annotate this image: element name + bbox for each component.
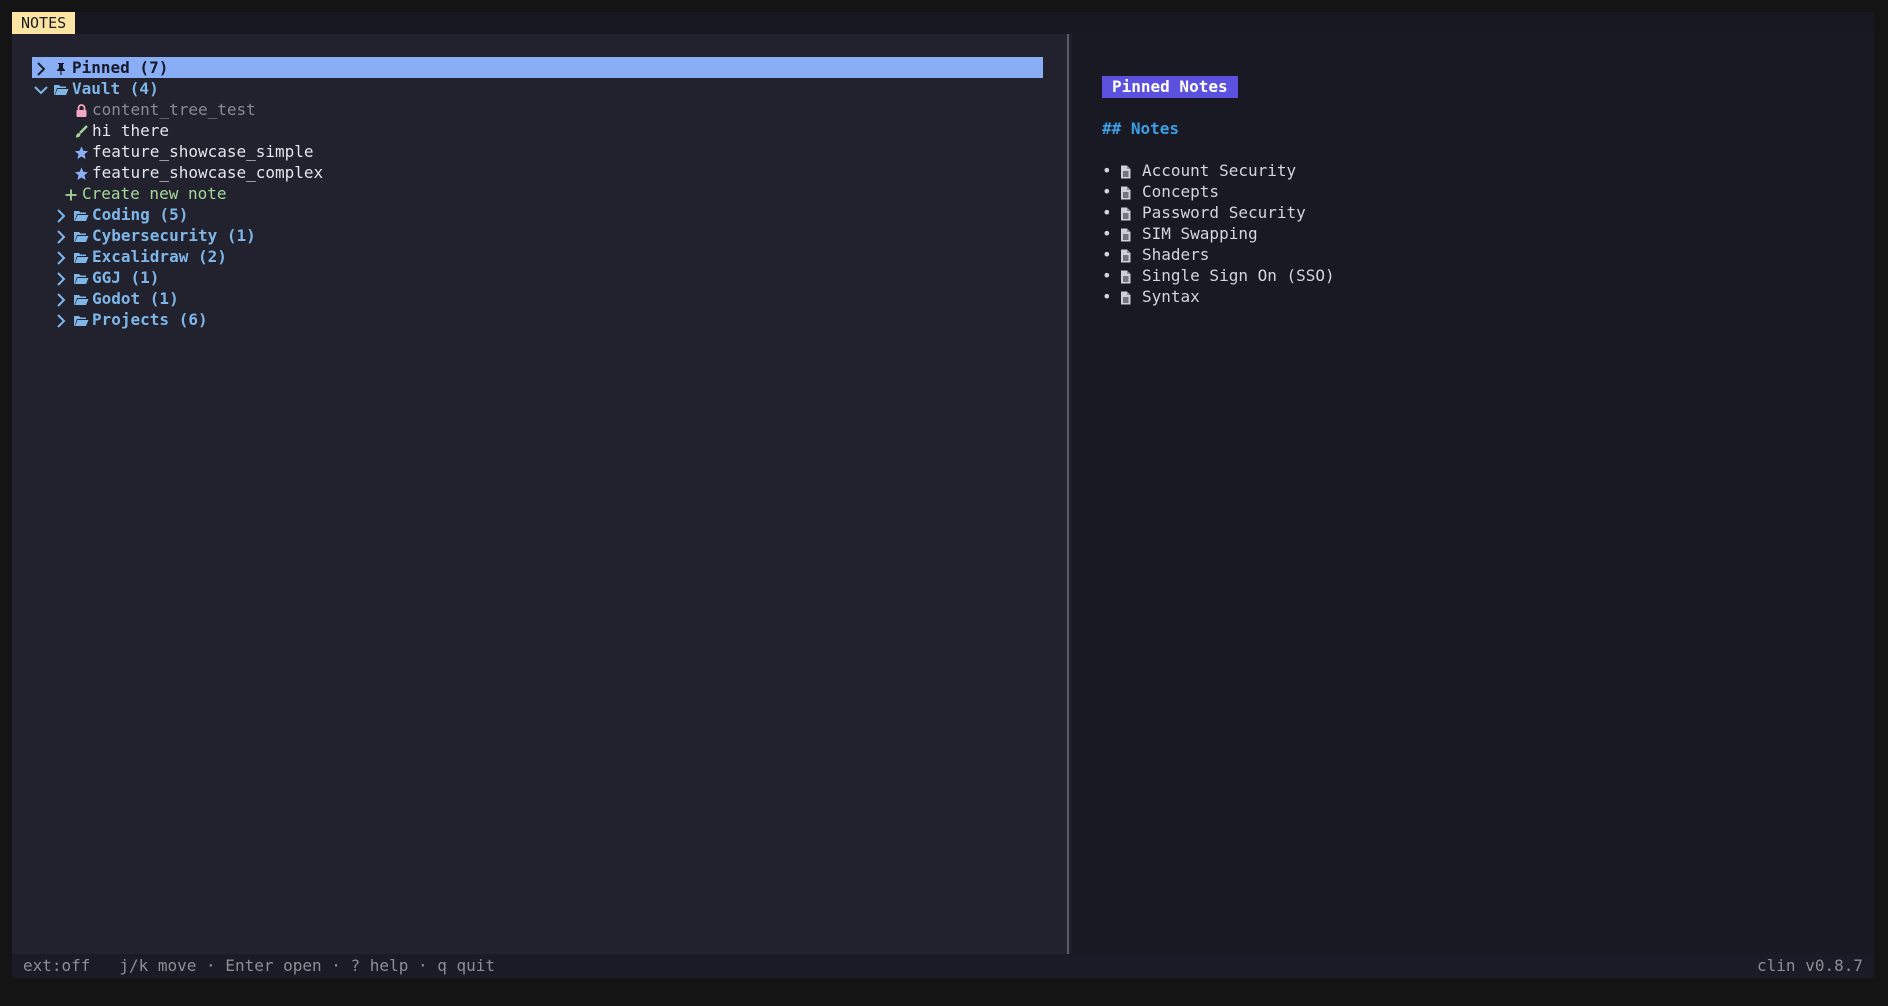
document-icon: [1120, 265, 1142, 286]
preview-list-item[interactable]: • Syntax: [1102, 286, 1200, 307]
preview-item-label: SIM Swapping: [1142, 224, 1258, 243]
folder-open-icon: [72, 309, 90, 330]
preview-item-label: Password Security: [1142, 203, 1306, 222]
folder-open-icon: [72, 267, 90, 288]
tree-item-label: GGJ (1): [92, 268, 160, 287]
preview-item-label: Single Sign On (SSO): [1142, 266, 1335, 285]
folder-open-icon: [72, 225, 90, 246]
star-icon: [72, 141, 90, 162]
star-icon: [72, 162, 90, 183]
pin-icon: [52, 57, 70, 78]
create-note-button[interactable]: Create new note: [32, 183, 1043, 204]
keybinding-hints: j/k move · Enter open · ? help · q quit: [119, 956, 496, 975]
preview-list-item[interactable]: • Concepts: [1102, 181, 1219, 202]
chevron-right-icon[interactable]: [52, 225, 70, 246]
preview-list-item[interactable]: • Single Sign On (SSO): [1102, 265, 1335, 286]
note-item[interactable]: feature_showcase_simple: [32, 141, 1043, 162]
plus-icon: [62, 183, 80, 204]
title-bar: NOTES: [12, 12, 1874, 34]
tree-item-vault[interactable]: Vault (4): [32, 78, 1043, 99]
tree-item-folder[interactable]: Cybersecurity (1): [32, 225, 1043, 246]
tree-item-label: Vault (4): [72, 79, 159, 98]
preview-list-item[interactable]: • Account Security: [1102, 160, 1296, 181]
tree-item-folder[interactable]: GGJ (1): [32, 267, 1043, 288]
preview-item-label: Concepts: [1142, 182, 1220, 201]
folder-open-icon: [72, 288, 90, 309]
tree-item-label: Coding (5): [92, 205, 189, 224]
preview-item-label: Shaders: [1142, 245, 1210, 264]
document-icon: [1120, 244, 1142, 265]
chevron-right-icon[interactable]: [52, 309, 70, 330]
app-version: clin v0.8.7: [1757, 956, 1863, 975]
bullet-dot: •: [1102, 203, 1112, 222]
document-icon: [1120, 160, 1142, 181]
bullet-dot: •: [1102, 287, 1112, 306]
preview-list-item[interactable]: • Shaders: [1102, 244, 1209, 265]
bullet-dot: •: [1102, 182, 1112, 201]
document-icon: [1120, 223, 1142, 244]
bullet-dot: •: [1102, 266, 1112, 285]
chevron-right-icon[interactable]: [32, 57, 50, 78]
tree-item-folder[interactable]: Excalidraw (2): [32, 246, 1043, 267]
tree-item-pinned[interactable]: Pinned (7): [32, 57, 1043, 78]
brush-icon: [72, 120, 90, 141]
chevron-right-icon[interactable]: [52, 246, 70, 267]
document-icon: [1120, 286, 1142, 307]
tree-item-label: Projects (6): [92, 310, 208, 329]
bullet-dot: •: [1102, 161, 1112, 180]
note-label: content_tree_test: [92, 100, 256, 119]
folder-open-icon: [72, 246, 90, 267]
note-item[interactable]: hi there: [32, 120, 1043, 141]
note-item[interactable]: feature_showcase_complex: [32, 162, 1043, 183]
folder-open-icon: [52, 78, 70, 99]
bullet-dot: •: [1102, 224, 1112, 243]
tree-item-folder[interactable]: Coding (5): [32, 204, 1043, 225]
note-label: hi there: [92, 121, 170, 140]
preview-heading: ## Notes: [1102, 119, 1180, 138]
ext-status: ext:off: [23, 956, 91, 975]
lock-icon: [72, 99, 90, 120]
preview-badge: Pinned Notes: [1102, 76, 1238, 98]
folder-open-icon: [72, 204, 90, 225]
preview-item-label: Account Security: [1142, 161, 1297, 180]
chevron-right-icon[interactable]: [52, 267, 70, 288]
document-icon: [1120, 181, 1142, 202]
pane-divider[interactable]: [1067, 34, 1069, 978]
tree-item-folder[interactable]: Projects (6): [32, 309, 1043, 330]
tree-item-label: Pinned (7): [72, 58, 169, 77]
tree-item-label: Excalidraw (2): [92, 247, 227, 266]
status-hints: ext:off j/k move · Enter open · ? help ·…: [23, 954, 495, 978]
chevron-right-icon[interactable]: [52, 204, 70, 225]
preview-list-item[interactable]: • SIM Swapping: [1102, 223, 1258, 244]
app-title: NOTES: [12, 12, 76, 34]
tree-item-folder[interactable]: Godot (1): [32, 288, 1043, 309]
chevron-down-icon[interactable]: [32, 78, 50, 99]
tree-item-label: Godot (1): [92, 289, 179, 308]
note-item[interactable]: content_tree_test: [32, 99, 1043, 120]
note-label: feature_showcase_simple: [92, 142, 314, 161]
create-note-label: Create new note: [82, 184, 227, 203]
preview-item-label: Syntax: [1142, 287, 1200, 306]
app-window: NOTES Pinned (7) Vault (4) content_tree_…: [12, 12, 1874, 978]
document-icon: [1120, 202, 1142, 223]
preview-list-item[interactable]: • Password Security: [1102, 202, 1306, 223]
bullet-dot: •: [1102, 245, 1112, 264]
chevron-right-icon[interactable]: [52, 288, 70, 309]
note-label: feature_showcase_complex: [92, 163, 324, 182]
notes-tree-pane[interactable]: Pinned (7) Vault (4) content_tree_test h…: [12, 34, 1067, 954]
tree-item-label: Cybersecurity (1): [92, 226, 256, 245]
status-bar: ext:off j/k move · Enter open · ? help ·…: [12, 954, 1874, 978]
